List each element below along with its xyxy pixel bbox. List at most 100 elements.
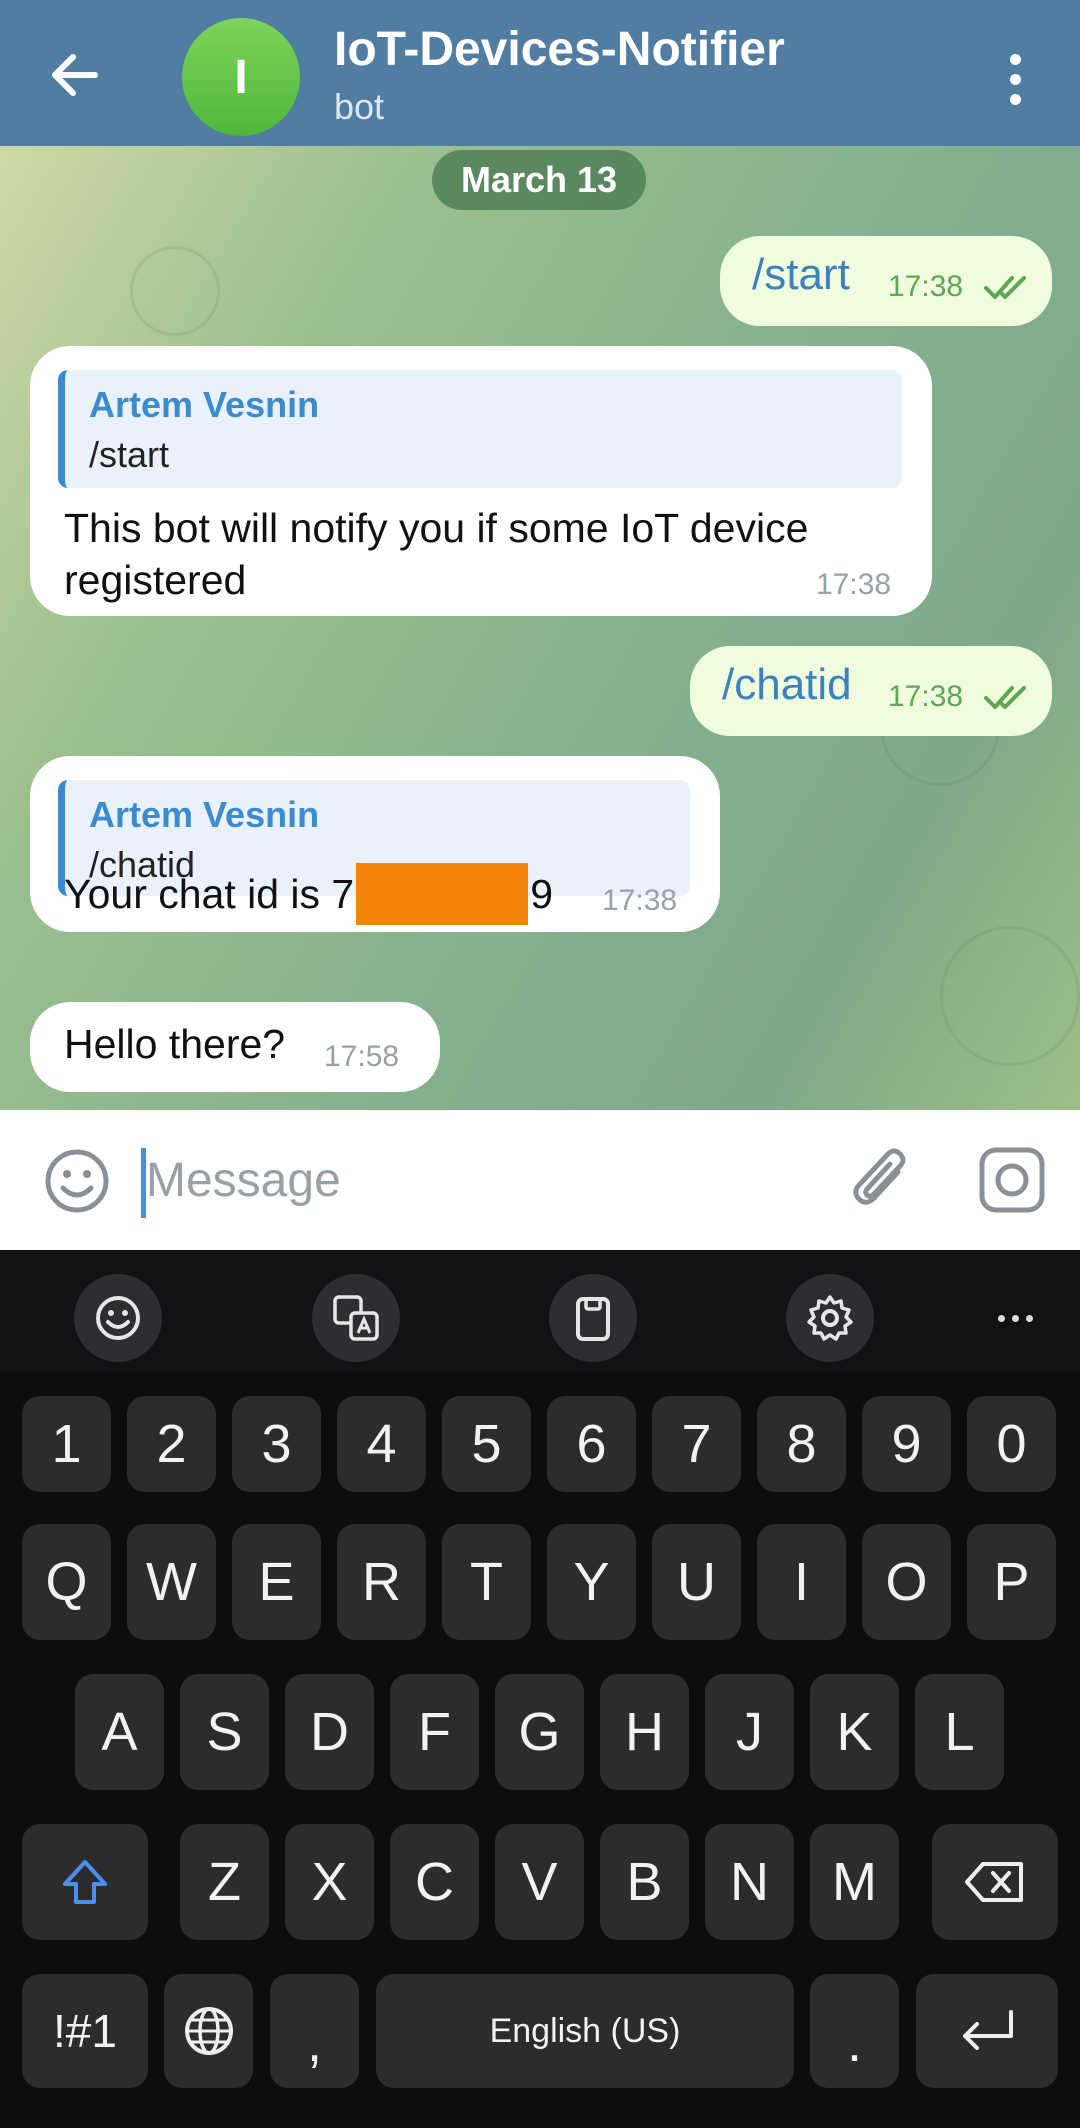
key-2[interactable]: 2 (127, 1396, 216, 1492)
enter-icon (963, 2010, 1013, 2050)
backspace-icon (965, 1862, 1023, 1902)
key-b[interactable]: B (600, 1824, 689, 1940)
language-key[interactable] (164, 1974, 253, 2088)
message-text-suffix: 9 (530, 871, 554, 917)
avatar-letter: I (234, 50, 248, 104)
reply-quote[interactable]: Artem Vesnin /start (58, 370, 902, 488)
emoji-icon (96, 1296, 140, 1340)
message-input[interactable] (146, 1140, 796, 1220)
period-key[interactable]: . (810, 1974, 899, 2088)
emoji-icon[interactable] (42, 1146, 112, 1216)
key-9[interactable]: 9 (862, 1396, 951, 1492)
gear-icon (807, 1295, 853, 1341)
key-u[interactable]: U (652, 1524, 741, 1640)
message-text: Your chat id is 7 9 (64, 863, 554, 925)
keyboard-more-button[interactable] (975, 1278, 1055, 1358)
key-q[interactable]: Q (22, 1524, 111, 1640)
globe-icon (184, 2007, 233, 2055)
key-h[interactable]: H (600, 1674, 689, 1790)
reply-author: Artem Vesnin (89, 794, 320, 835)
keyboard-emoji-button[interactable] (74, 1274, 162, 1362)
key-3[interactable]: 3 (232, 1396, 321, 1492)
key-e[interactable]: E (232, 1524, 321, 1640)
keyboard: 1 2 3 4 5 6 7 8 9 0 Q W E R T Y U I O P … (0, 1372, 1080, 2128)
key-n[interactable]: N (705, 1824, 794, 1940)
chat-subtitle: bot (334, 86, 385, 127)
keyboard-clipboard-button[interactable] (549, 1274, 637, 1362)
chat-header: I IoT-Devices-Notifier bot (0, 0, 1080, 146)
reply-author: Artem Vesnin (89, 384, 320, 425)
keyboard-settings-button[interactable] (786, 1274, 874, 1362)
wallpaper-doodle (940, 926, 1080, 1066)
key-i[interactable]: I (757, 1524, 846, 1640)
message-line: This bot will notify you if some IoT dev… (64, 505, 809, 551)
key-a[interactable]: A (75, 1674, 164, 1790)
double-check-icon (984, 686, 1026, 709)
chat-area[interactable]: March 13 /start 17:38 Artem Vesnin /star… (0, 146, 1080, 1110)
message-text: Hello there? (64, 1021, 286, 1067)
message-time: 17:38 (602, 884, 678, 917)
incoming-message[interactable]: Artem Vesnin /chatid Your chat id is 7 9… (30, 756, 720, 932)
message-text-prefix: Your chat id is 7 (64, 871, 355, 917)
key-v[interactable]: V (495, 1824, 584, 1940)
outgoing-message[interactable]: /chatid 17:38 (690, 646, 1052, 736)
shift-key[interactable] (22, 1824, 148, 1940)
key-j[interactable]: J (705, 1674, 794, 1790)
key-p[interactable]: P (967, 1524, 1056, 1640)
comma-key[interactable]: , (270, 1974, 359, 2088)
keyboard-translate-button[interactable] (312, 1274, 400, 1362)
key-y[interactable]: Y (547, 1524, 636, 1640)
back-button[interactable] (40, 40, 110, 110)
key-l[interactable]: L (915, 1674, 1004, 1790)
message-time: 17:58 (324, 1040, 400, 1073)
symbols-key[interactable]: !#1 (22, 1974, 148, 2088)
paperclip-icon[interactable] (848, 1142, 914, 1218)
key-5[interactable]: 5 (442, 1396, 531, 1492)
shift-arrow-icon (63, 1860, 107, 1904)
key-0[interactable]: 0 (967, 1396, 1056, 1492)
key-f[interactable]: F (390, 1674, 479, 1790)
key-z[interactable]: Z (180, 1824, 269, 1940)
chat-title[interactable]: IoT-Devices-Notifier (334, 22, 785, 77)
key-w[interactable]: W (127, 1524, 216, 1640)
message-text[interactable]: /chatid (722, 660, 852, 710)
clipboard-icon (576, 1297, 610, 1341)
key-c[interactable]: C (390, 1824, 479, 1940)
key-6[interactable]: 6 (547, 1396, 636, 1492)
key-7[interactable]: 7 (652, 1396, 741, 1492)
keyboard-toolbar (0, 1250, 1080, 1372)
incoming-message[interactable]: Artem Vesnin /start This bot will notify… (30, 346, 932, 616)
incoming-message[interactable]: Hello there? 17:58 (30, 1002, 440, 1092)
message-composer (0, 1110, 1080, 1250)
key-1[interactable]: 1 (22, 1396, 111, 1492)
space-key[interactable]: English (US) (376, 1974, 794, 2088)
message-text: This bot will notify you if some IoT dev… (64, 502, 808, 606)
avatar[interactable]: I (182, 18, 300, 136)
reply-text: /start (89, 434, 170, 475)
wallpaper-doodle (130, 246, 220, 336)
double-check-icon (984, 276, 1026, 299)
key-8[interactable]: 8 (757, 1396, 846, 1492)
camera-icon[interactable] (978, 1146, 1046, 1214)
key-o[interactable]: O (862, 1524, 951, 1640)
more-vertical-icon (1009, 53, 1021, 65)
enter-key[interactable] (916, 1974, 1058, 2088)
message-text[interactable]: /start (752, 250, 850, 300)
message-time: 17:38 (888, 680, 964, 713)
more-icon (997, 1314, 1005, 1322)
message-time: 17:38 (888, 270, 964, 303)
key-x[interactable]: X (285, 1824, 374, 1940)
key-m[interactable]: M (810, 1824, 899, 1940)
key-4[interactable]: 4 (337, 1396, 426, 1492)
key-s[interactable]: S (180, 1674, 269, 1790)
key-r[interactable]: R (337, 1524, 426, 1640)
key-g[interactable]: G (495, 1674, 584, 1790)
key-d[interactable]: D (285, 1674, 374, 1790)
backspace-key[interactable] (932, 1824, 1058, 1940)
outgoing-message[interactable]: /start 17:38 (720, 236, 1052, 326)
message-line: registered (64, 557, 247, 603)
key-t[interactable]: T (442, 1524, 531, 1640)
key-k[interactable]: K (810, 1674, 899, 1790)
more-menu-button[interactable] (990, 44, 1040, 114)
message-time: 17:38 (816, 568, 892, 601)
